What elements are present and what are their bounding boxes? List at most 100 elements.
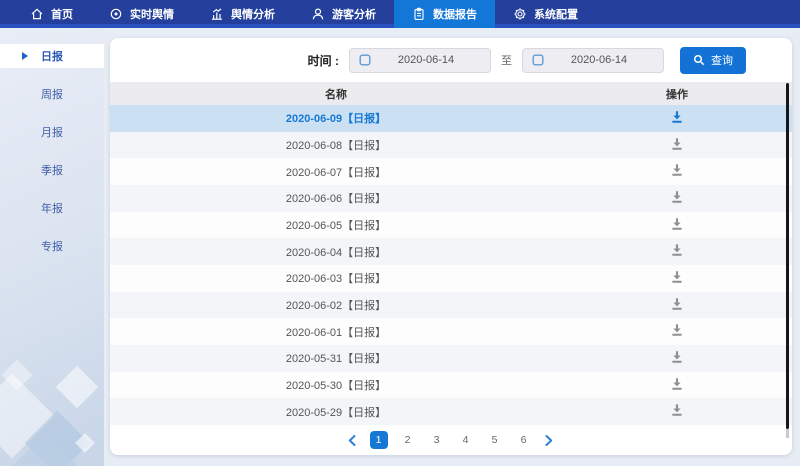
table-scrollbar[interactable]: [786, 83, 789, 429]
nav-item[interactable]: 游客分析: [293, 0, 394, 28]
page-button[interactable]: 6: [515, 431, 533, 449]
download-icon[interactable]: [670, 270, 684, 284]
download-icon[interactable]: [670, 377, 684, 391]
calendar-icon: [532, 54, 544, 66]
page-button[interactable]: 5: [486, 431, 504, 449]
table-row[interactable]: 2020-05-30【日报】: [110, 372, 792, 399]
start-date-input[interactable]: 2020-06-14: [349, 48, 491, 73]
end-date-value: 2020-06-14: [544, 54, 654, 66]
table-body: 2020-06-09【日报】 2020-06-08【日报】 20: [110, 105, 792, 425]
report-name: 2020-05-30【日报】: [110, 377, 562, 393]
chevron-left-icon[interactable]: [347, 433, 359, 447]
pagination: 1 2 3 4 5 6: [110, 425, 792, 455]
table-header: 名称 操作: [110, 82, 792, 105]
sidebar-item[interactable]: 专报: [0, 234, 104, 258]
report-name: 2020-06-03【日报】: [110, 270, 562, 286]
sidebar-item-label: 季报: [41, 162, 63, 178]
report-name: 2020-05-31【日报】: [110, 350, 562, 366]
gear-icon: [513, 7, 527, 21]
report-name: 2020-06-09【日报】: [110, 110, 562, 126]
home-icon: [30, 7, 44, 21]
nav-item-label: 舆情分析: [231, 6, 275, 22]
search-button[interactable]: 查询: [680, 47, 746, 74]
sidebar-item[interactable]: 月报: [0, 120, 104, 144]
search-button-label: 查询: [711, 52, 733, 68]
table-row[interactable]: 2020-05-31【日报】: [110, 345, 792, 372]
nav-item[interactable]: 实时舆情: [91, 0, 192, 28]
report-name: 2020-06-02【日报】: [110, 297, 562, 313]
table-row[interactable]: 2020-06-03【日报】: [110, 265, 792, 292]
download-icon[interactable]: [670, 163, 684, 177]
report-icon: [412, 7, 426, 21]
sidebar-menu: 日报 周报 月报 季报 年报: [0, 44, 104, 258]
column-header-operation: 操作: [562, 86, 792, 102]
page-content: 日报 周报 月报 季报 年报: [0, 28, 800, 466]
report-name: 2020-06-05【日报】: [110, 217, 562, 233]
sidebar-item[interactable]: 日报: [0, 44, 104, 68]
table-row[interactable]: 2020-06-06【日报】: [110, 185, 792, 212]
sidebar: 日报 周报 月报 季报 年报: [0, 28, 104, 466]
sidebar-item[interactable]: 季报: [0, 158, 104, 182]
calendar-icon: [359, 54, 371, 66]
report-name: 2020-06-04【日报】: [110, 244, 562, 260]
sidebar-item-label: 专报: [41, 238, 63, 254]
nav-item[interactable]: 数据报告: [394, 0, 495, 28]
table-row[interactable]: 2020-06-08【日报】: [110, 132, 792, 159]
nav-item[interactable]: 系统配置: [495, 0, 596, 28]
report-name: 2020-06-01【日报】: [110, 324, 562, 340]
download-icon[interactable]: [670, 217, 684, 231]
nav-item-label: 游客分析: [332, 6, 376, 22]
page-button[interactable]: 3: [428, 431, 446, 449]
sidebar-item[interactable]: 周报: [0, 82, 104, 106]
sidebar-decoration: [56, 366, 98, 408]
nav-item-label: 首页: [51, 6, 73, 22]
user-icon: [311, 7, 325, 21]
table-row[interactable]: 2020-06-09【日报】: [110, 105, 792, 132]
nav-item[interactable]: 舆情分析: [192, 0, 293, 28]
table-row[interactable]: 2020-06-07【日报】: [110, 158, 792, 185]
nav-item-label: 系统配置: [534, 6, 578, 22]
sidebar-item[interactable]: 年报: [0, 196, 104, 220]
table-row[interactable]: 2020-06-02【日报】: [110, 292, 792, 319]
download-icon[interactable]: [670, 190, 684, 204]
nav-item-label: 数据报告: [433, 6, 477, 22]
report-card: 时间 : 2020-06-14 至 2020-06-14 查询 名称 操作: [110, 38, 792, 455]
table-row[interactable]: 2020-05-29【日报】: [110, 398, 792, 425]
download-icon[interactable]: [670, 110, 684, 124]
column-header-name: 名称: [110, 86, 562, 102]
table-row[interactable]: 2020-06-01【日报】: [110, 318, 792, 345]
main-area: 时间 : 2020-06-14 至 2020-06-14 查询 名称 操作: [104, 28, 800, 466]
search-icon: [693, 54, 705, 66]
nav-item-label: 实时舆情: [130, 6, 174, 22]
end-date-input[interactable]: 2020-06-14: [522, 48, 664, 73]
download-icon[interactable]: [670, 243, 684, 257]
page-button[interactable]: 2: [399, 431, 417, 449]
time-label: 时间 :: [308, 52, 339, 69]
eye-icon: [109, 7, 123, 21]
page-button[interactable]: 4: [457, 431, 475, 449]
top-navbar: 首页 实时舆情 舆情分析 游客分析 数据报告 系统配置: [0, 0, 800, 28]
download-icon[interactable]: [670, 297, 684, 311]
chart-icon: [210, 7, 224, 21]
nav-item[interactable]: 首页: [12, 0, 91, 28]
report-name: 2020-06-06【日报】: [110, 190, 562, 206]
download-icon[interactable]: [670, 137, 684, 151]
page-button[interactable]: 1: [370, 431, 388, 449]
table-row[interactable]: 2020-06-05【日报】: [110, 212, 792, 239]
download-icon[interactable]: [670, 323, 684, 337]
chevron-right-icon[interactable]: [544, 433, 556, 447]
sidebar-item-label: 年报: [41, 200, 63, 216]
report-name: 2020-05-29【日报】: [110, 404, 562, 420]
sidebar-item-label: 月报: [41, 124, 63, 140]
download-icon[interactable]: [670, 350, 684, 364]
table-row[interactable]: 2020-06-04【日报】: [110, 238, 792, 265]
report-name: 2020-06-07【日报】: [110, 164, 562, 180]
report-name: 2020-06-08【日报】: [110, 137, 562, 153]
date-range-separator: 至: [501, 52, 512, 68]
sidebar-item-label: 日报: [41, 48, 63, 64]
start-date-value: 2020-06-14: [371, 54, 481, 66]
active-triangle-icon: [22, 52, 28, 60]
filter-bar: 时间 : 2020-06-14 至 2020-06-14 查询: [110, 38, 792, 82]
page-list: 1 2 3 4 5 6: [370, 431, 533, 449]
download-icon[interactable]: [670, 403, 684, 417]
